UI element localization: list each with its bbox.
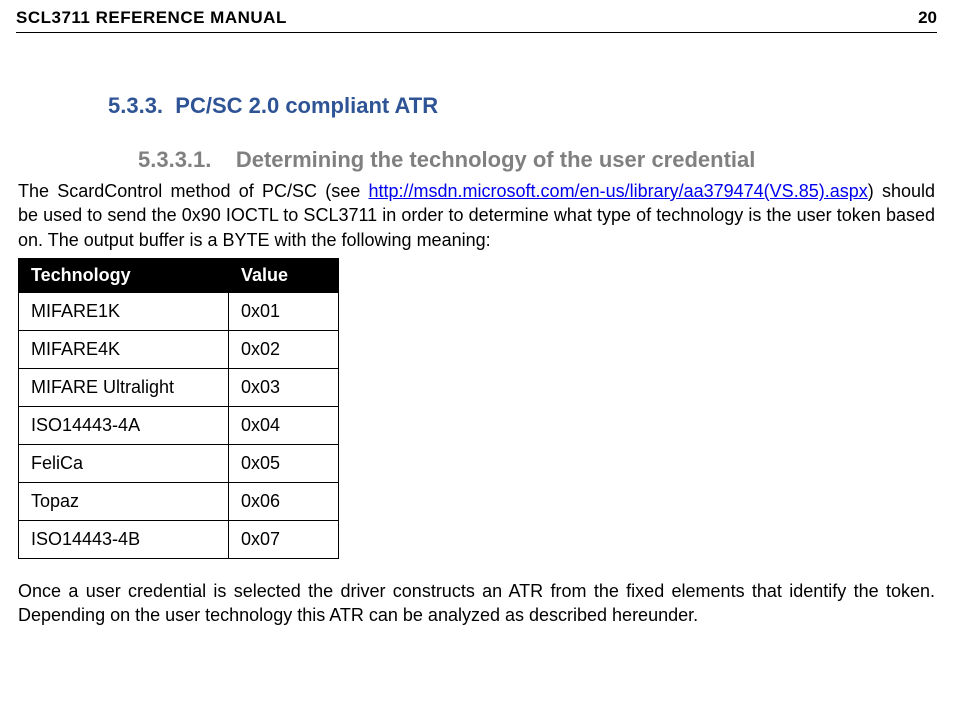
cell-tech: MIFARE Ultralight: [19, 368, 229, 406]
cell-tech: MIFARE1K: [19, 292, 229, 330]
closing-paragraph: Once a user credential is selected the d…: [18, 579, 935, 628]
technology-table: Technology Value MIFARE1K0x01 MIFARE4K0x…: [18, 258, 339, 559]
heading-5-3-3-1: 5.3.3.1. Determining the technology of t…: [138, 147, 935, 173]
doc-title: SCL3711 REFERENCE MANUAL: [16, 8, 287, 28]
cell-tech: MIFARE4K: [19, 330, 229, 368]
intro-paragraph: The ScardControl method of PC/SC (see ht…: [18, 179, 935, 252]
table-row: Topaz0x06: [19, 482, 339, 520]
page-number: 20: [918, 8, 937, 28]
doc-title-text: SCL3711 REFERENCE MANUAL: [16, 8, 287, 27]
heading-title: PC/SC 2.0 compliant ATR: [175, 93, 438, 118]
cell-tech: Topaz: [19, 482, 229, 520]
page-header: SCL3711 REFERENCE MANUAL 20: [16, 0, 937, 33]
cell-value: 0x07: [229, 520, 339, 558]
subheading-title: Determining the technology of the user c…: [236, 147, 756, 172]
cell-value: 0x06: [229, 482, 339, 520]
table-row: MIFARE4K0x02: [19, 330, 339, 368]
table-header-row: Technology Value: [19, 258, 339, 292]
table-row: FeliCa0x05: [19, 444, 339, 482]
table-row: ISO14443-4B0x07: [19, 520, 339, 558]
cell-tech: ISO14443-4B: [19, 520, 229, 558]
heading-5-3-3: 5.3.3. PC/SC 2.0 compliant ATR: [108, 93, 935, 119]
cell-value: 0x02: [229, 330, 339, 368]
cell-value: 0x04: [229, 406, 339, 444]
cell-tech: FeliCa: [19, 444, 229, 482]
subheading-num: 5.3.3.1.: [138, 147, 211, 172]
table-row: ISO14443-4A0x04: [19, 406, 339, 444]
cell-tech: ISO14443-4A: [19, 406, 229, 444]
th-technology: Technology: [19, 258, 229, 292]
heading-num: 5.3.3.: [108, 93, 163, 118]
cell-value: 0x03: [229, 368, 339, 406]
cell-value: 0x01: [229, 292, 339, 330]
table-row: MIFARE Ultralight0x03: [19, 368, 339, 406]
table-row: MIFARE1K0x01: [19, 292, 339, 330]
th-value: Value: [229, 258, 339, 292]
msdn-link[interactable]: http://msdn.microsoft.com/en-us/library/…: [369, 181, 868, 201]
intro-text-a: The ScardControl method of PC/SC (see: [18, 181, 369, 201]
cell-value: 0x05: [229, 444, 339, 482]
